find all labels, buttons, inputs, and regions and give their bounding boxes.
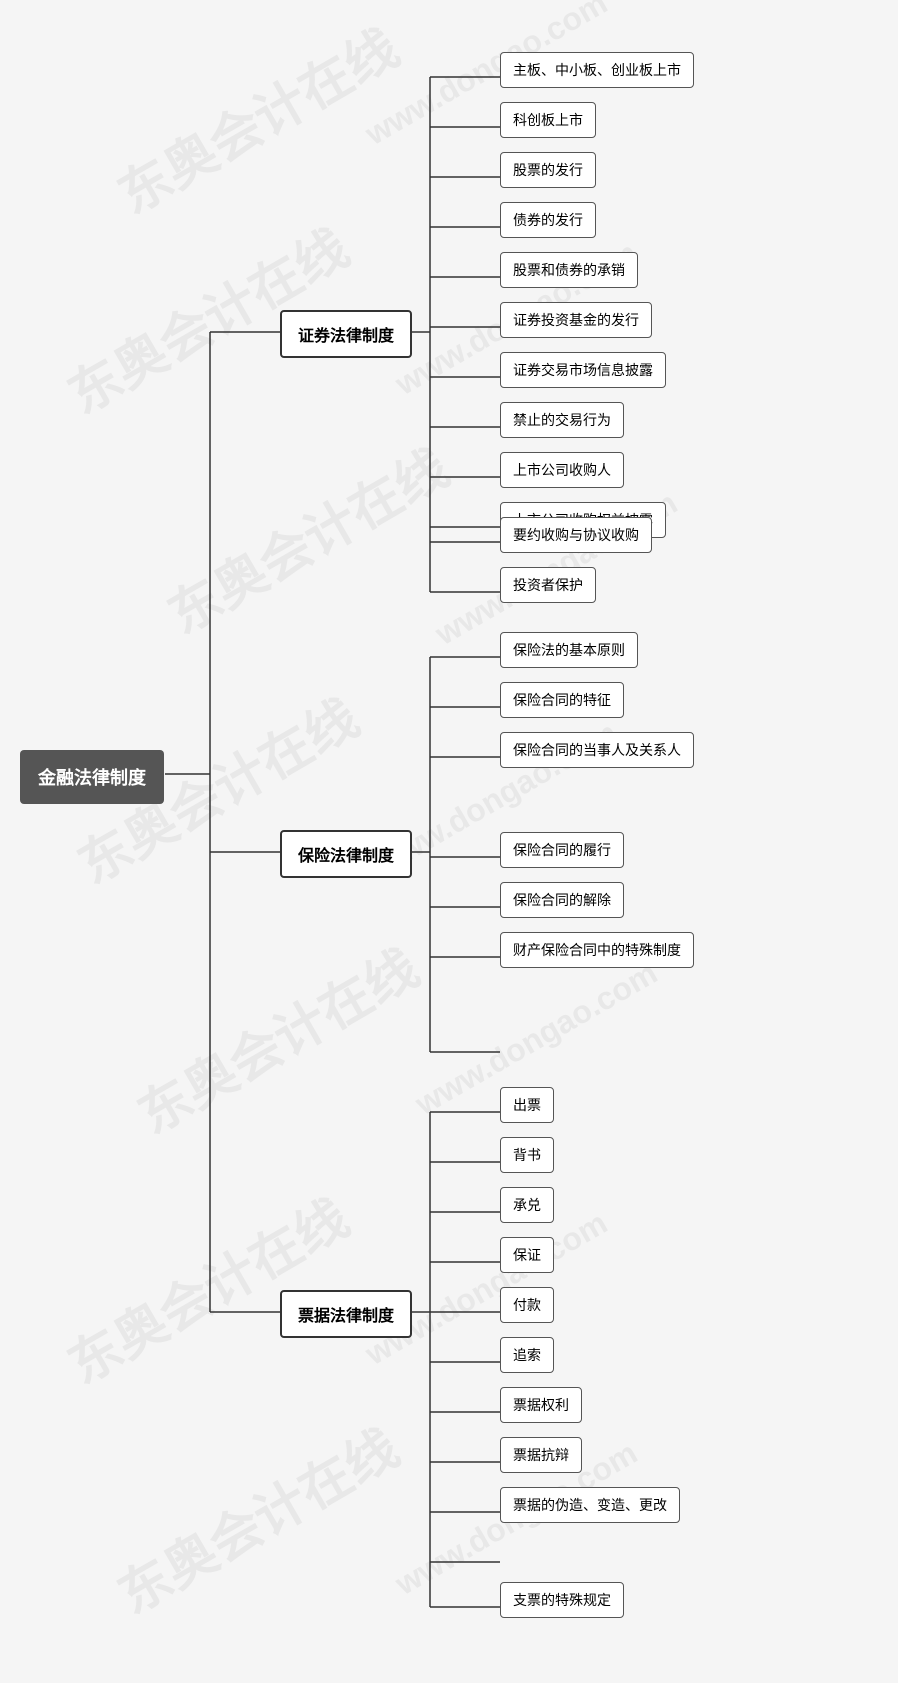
pjfl-child-0: 出票 — [500, 1087, 554, 1123]
connector-lines — [10, 20, 890, 1660]
zjfl-child-7: 禁止的交易行为 — [500, 402, 624, 438]
bxfl-child-2: 保险合同的当事人及关系人 — [500, 732, 694, 768]
bxfl-child-3: 保险合同的履行 — [500, 832, 624, 868]
pjfl-child-5: 追索 — [500, 1337, 554, 1373]
pjfl-child-9: 支票的特殊规定 — [500, 1582, 624, 1618]
level1-zjfl: 证券法律制度 — [280, 310, 412, 358]
pjfl-child-3: 保证 — [500, 1237, 554, 1273]
zjfl-child-4: 股票和债券的承销 — [500, 252, 638, 288]
zjfl-child-5: 证券投资基金的发行 — [500, 302, 652, 338]
diagram-container: 东奥会计在线 www.dongao.com 东奥会计在线 www.dongao.… — [0, 0, 898, 1683]
zjfl-child-11: 投资者保护 — [500, 567, 596, 603]
level1-pjfl: 票据法律制度 — [280, 1290, 412, 1338]
zjfl-child-2: 股票的发行 — [500, 152, 596, 188]
bxfl-child-5: 财产保险合同中的特殊制度 — [500, 932, 694, 968]
bxfl-child-0: 保险法的基本原则 — [500, 632, 638, 668]
pjfl-child-8: 票据的伪造、变造、更改 — [500, 1487, 680, 1523]
level1-bxfl: 保险法律制度 — [280, 830, 412, 878]
zjfl-child-0: 主板、中小板、创业板上市 — [500, 52, 694, 88]
zjfl-child-8: 上市公司收购人 — [500, 452, 624, 488]
pjfl-child-7: 票据抗辩 — [500, 1437, 582, 1473]
bxfl-child-1: 保险合同的特征 — [500, 682, 624, 718]
zjfl-child-3: 债券的发行 — [500, 202, 596, 238]
zjfl-child-10: 要约收购与协议收购 — [500, 517, 652, 553]
pjfl-child-2: 承兑 — [500, 1187, 554, 1223]
pjfl-child-6: 票据权利 — [500, 1387, 582, 1423]
pjfl-child-4: 付款 — [500, 1287, 554, 1323]
zjfl-child-6: 证券交易市场信息披露 — [500, 352, 666, 388]
root-node: 金融法律制度 — [20, 750, 164, 804]
zjfl-child-1: 科创板上市 — [500, 102, 596, 138]
bxfl-child-4: 保险合同的解除 — [500, 882, 624, 918]
pjfl-child-1: 背书 — [500, 1137, 554, 1173]
mind-map: 金融法律制度 证券法律制度 保险法律制度 票据法律制度 主板、中小板、创业板上市… — [10, 20, 890, 1660]
